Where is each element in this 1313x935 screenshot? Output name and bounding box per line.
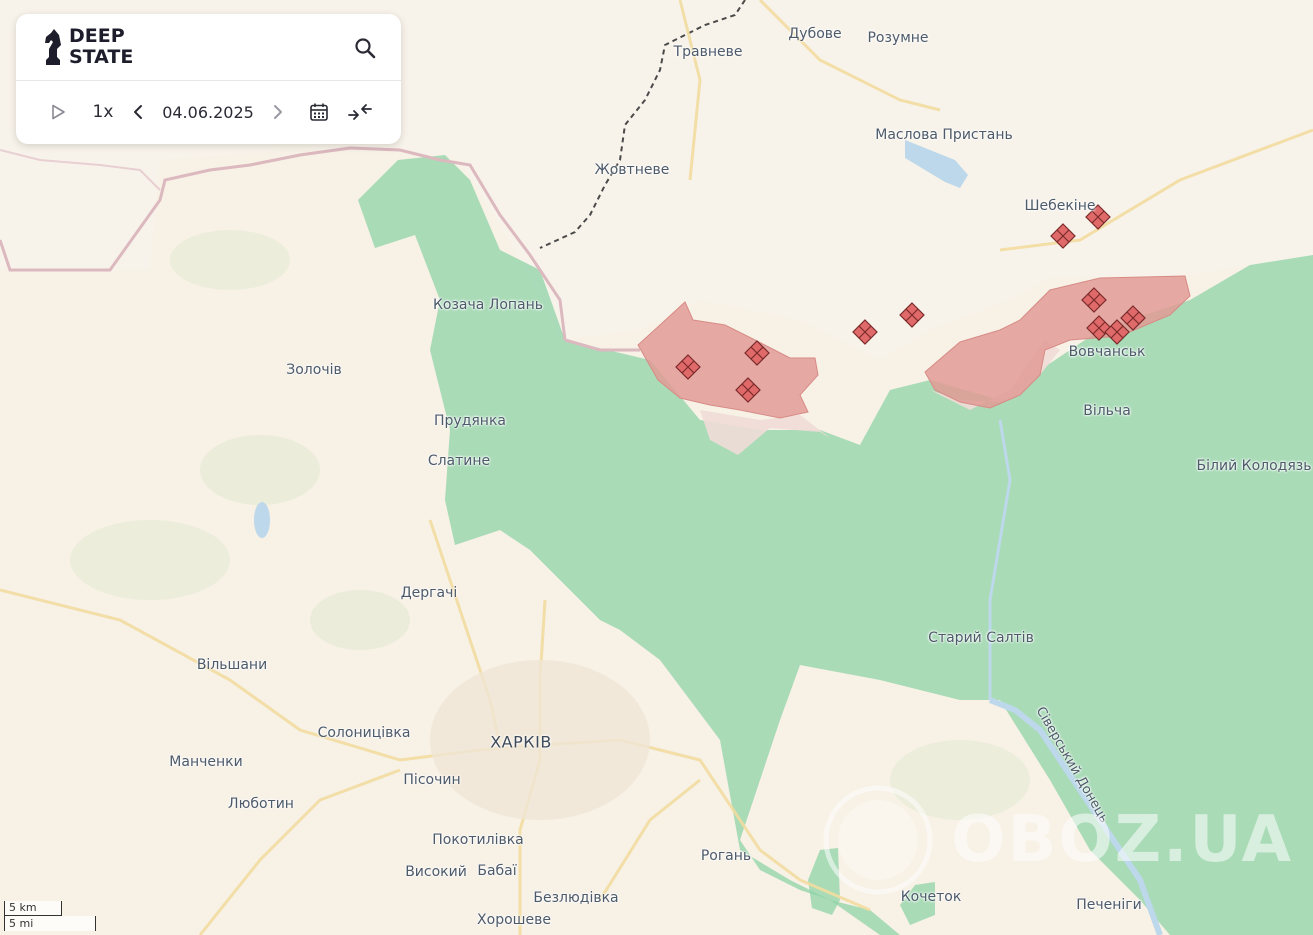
prev-date-button[interactable] [128, 100, 148, 124]
play-icon [52, 104, 65, 120]
label-dubove: Дубове [788, 26, 842, 42]
label-pechenihy: Печеніги [1076, 897, 1142, 913]
label-babai: Бабаї [477, 863, 517, 879]
play-button[interactable] [48, 100, 68, 124]
logo-line-2: STATE [69, 46, 134, 68]
label-staryi: Старий Салтів [928, 630, 1034, 646]
current-date[interactable]: 04.06.2025 [158, 100, 258, 124]
label-zhovtneve: Жовтневе [594, 162, 670, 178]
label-pisochyn: Пісочин [403, 772, 461, 788]
label-rozumne: Розумне [867, 30, 929, 46]
knight-icon [45, 29, 61, 65]
label-bezliudivka: Безлюдівка [533, 890, 619, 906]
label-vilcha: Вільча [1083, 403, 1131, 419]
label-travneve: Травневе [673, 44, 743, 60]
scale-mi: 5 mi [4, 916, 96, 931]
panel-header: DEEP STATE [16, 14, 401, 81]
label-khoroshev: Хорошеве [477, 912, 551, 928]
label-kozacha: Козача Лопань [432, 297, 544, 313]
label-vysokyi: Високий [405, 864, 467, 880]
label-prudyanka: Прудянка [434, 413, 506, 429]
label-zolochiv: Золочів [286, 362, 342, 378]
deepstate-logo[interactable]: DEEP STATE [42, 26, 133, 68]
timeline-controls: 1x 04.06.2025 [16, 80, 401, 144]
compare-button[interactable] [346, 100, 374, 124]
speed-button[interactable]: 1x [86, 100, 120, 124]
timeline-panel: DEEP STATE 1x 04.06.2025 [16, 14, 401, 144]
globe-icon [823, 785, 933, 895]
label-pokotylivka: Покотилівка [432, 832, 524, 848]
oboz-watermark: OBOZ.UA [823, 785, 1293, 895]
next-icon [274, 105, 282, 119]
label-maslova: Маслова Пристань [875, 127, 1013, 143]
calendar-button[interactable] [308, 100, 330, 124]
logo-line-1: DEEP [69, 25, 125, 47]
label-liubotyn: Люботин [228, 796, 294, 812]
prev-icon [134, 105, 142, 119]
label-vilshany: Вільшани [196, 657, 268, 673]
label-manchenky: Манченки [169, 754, 243, 770]
label-bilyi: Білий Колодязь [1196, 458, 1312, 474]
logo-text: DEEP STATE [69, 26, 133, 68]
watermark-text: OBOZ.UA [951, 803, 1293, 877]
label-solonytsivka: Солоницівка [317, 725, 411, 741]
compare-icon [348, 104, 372, 120]
scale-km: 5 km [4, 901, 62, 916]
label-shebekyne: Шебекіне [1024, 198, 1096, 214]
label-rohan: Рогань [700, 848, 752, 864]
label-derhachi: Дергачі [400, 585, 458, 601]
label-kharkiv: ХАРКІВ [490, 732, 552, 752]
search-icon[interactable] [353, 36, 377, 60]
calendar-icon [310, 103, 328, 121]
label-slatyne: Слатине [427, 453, 491, 469]
label-vovchansk: Вовчанськ [1068, 344, 1146, 360]
scale-bar: 5 km 5 mi [4, 901, 96, 931]
next-date-button[interactable] [268, 100, 288, 124]
lake-west [254, 502, 270, 538]
